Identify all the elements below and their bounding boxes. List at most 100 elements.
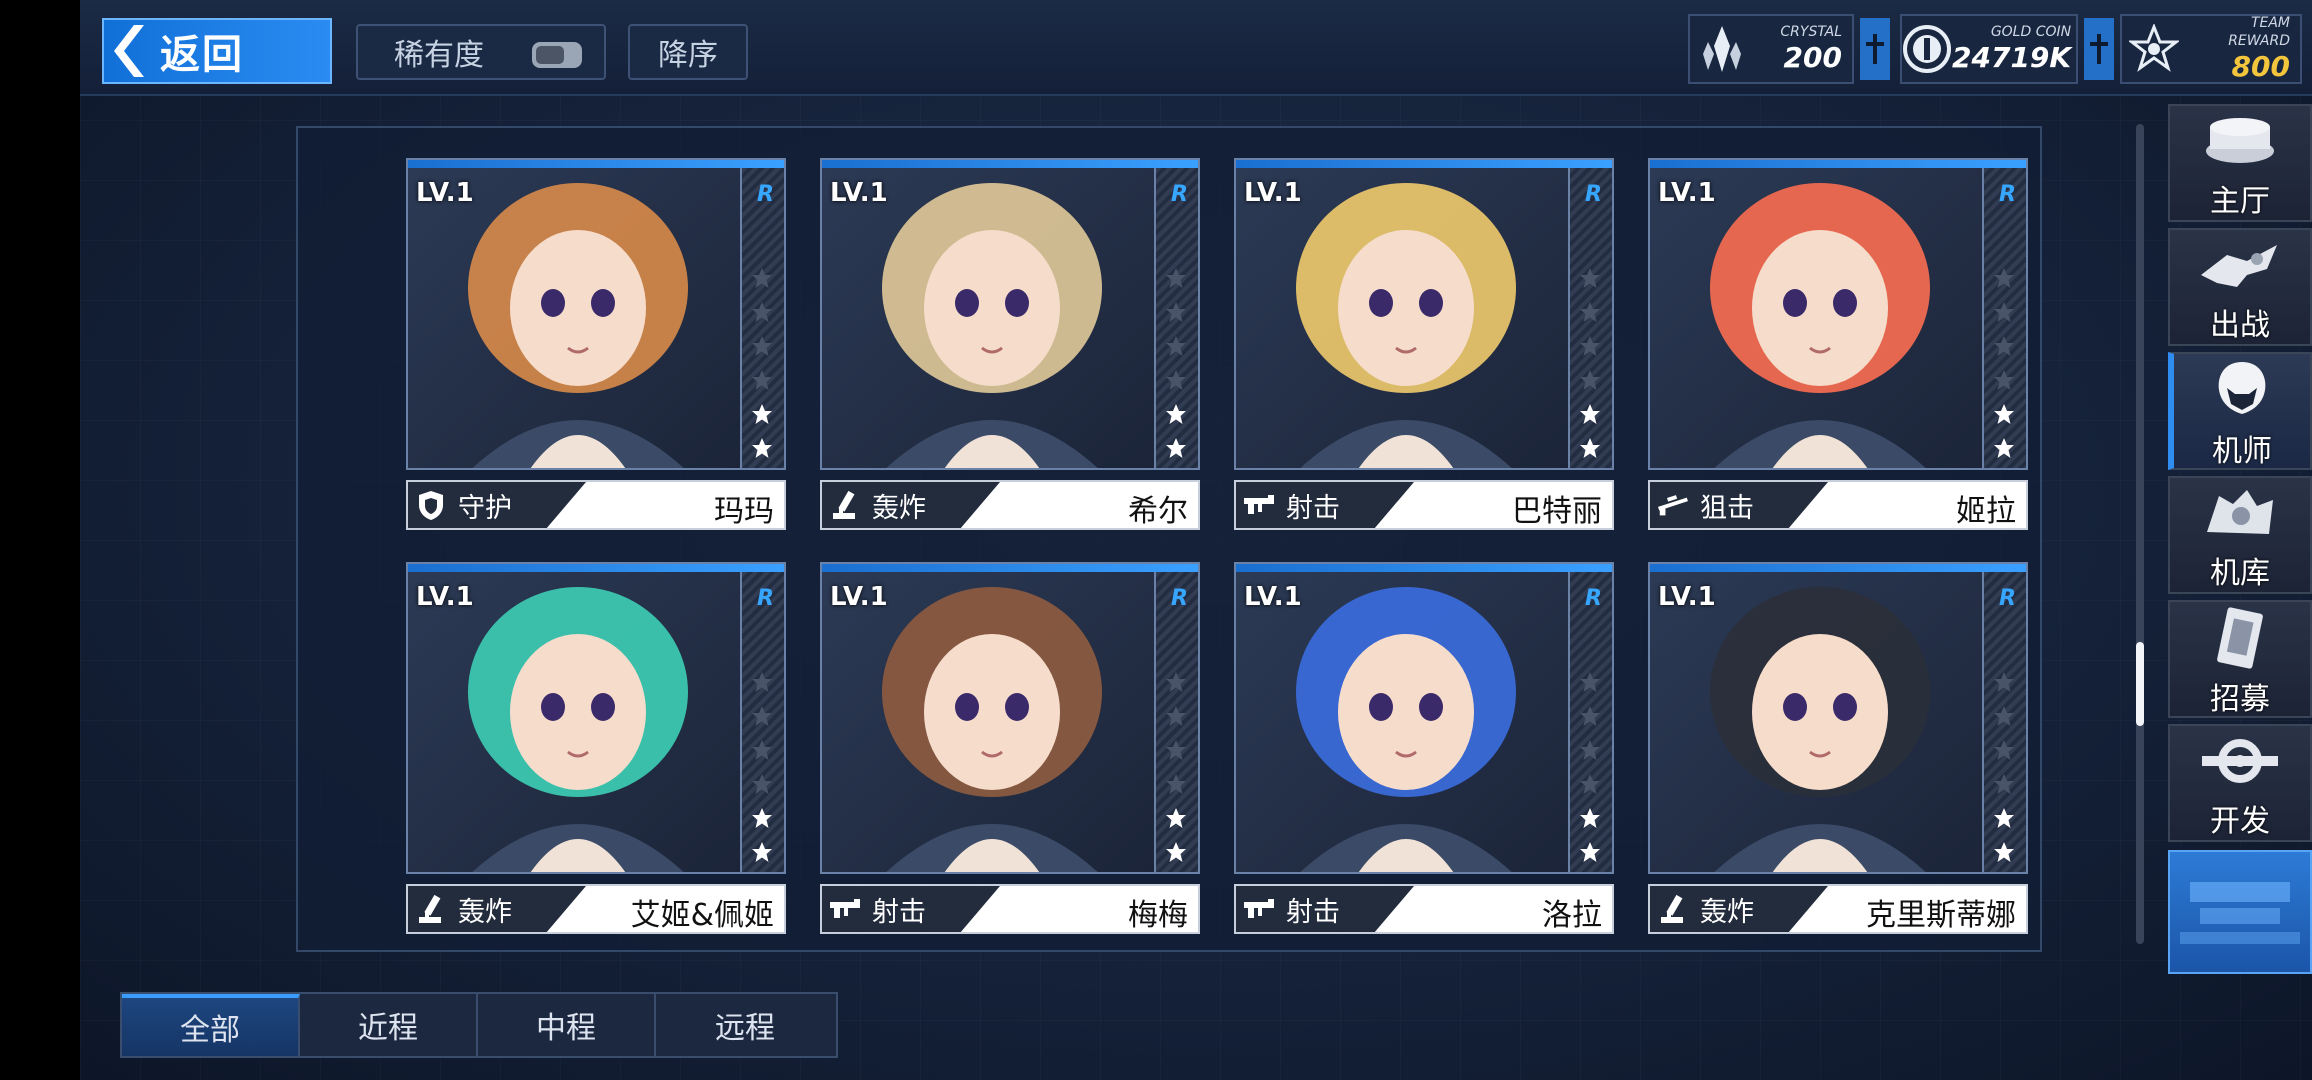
crystal-counter: CRYSTAL 200	[1688, 14, 1854, 84]
role-tag: 射击	[1236, 482, 1414, 528]
star-icon	[750, 772, 774, 796]
nav-label: 主厅	[2210, 184, 2270, 219]
role-label: 射击	[872, 896, 926, 928]
card-top-accent	[1236, 160, 1612, 168]
star-icon	[750, 670, 774, 694]
star-icon	[1164, 334, 1188, 358]
plus-icon	[2090, 34, 2108, 64]
card-top-accent	[1650, 160, 2026, 168]
tab-label: 中程	[536, 1011, 596, 1046]
pilot-name: 希尔	[1128, 494, 1188, 529]
role-label: 射击	[1286, 896, 1340, 928]
rarity-badge: R	[1585, 586, 1602, 611]
mortar-icon	[828, 488, 862, 522]
star-icon	[1578, 840, 1602, 864]
nav-label: 机师	[2212, 434, 2272, 469]
rifle-icon	[1242, 488, 1276, 522]
pilot-card[interactable]: LV.1 R 射击 梅梅	[820, 562, 1200, 942]
star-icon	[750, 300, 774, 324]
pilot-portrait: LV.1 R	[406, 158, 786, 470]
tab-0[interactable]: 全部	[122, 994, 300, 1056]
add-crystal-button[interactable]	[1860, 18, 1890, 80]
nav-item-hangar[interactable]: 机库	[2168, 476, 2312, 594]
scrollbar[interactable]	[2136, 124, 2144, 944]
battle-icon	[2195, 234, 2285, 296]
pilot-name: 巴特丽	[1512, 494, 1602, 529]
pilot-card[interactable]: LV.1 R 轰炸 希尔	[820, 158, 1200, 538]
nav-label: 招募	[2210, 682, 2270, 717]
pilot-level: LV.1	[416, 582, 474, 612]
star-icon	[1578, 334, 1602, 358]
rarity-strip: R	[1568, 572, 1612, 872]
star-icon	[1992, 806, 2016, 830]
team-reward-value: 800	[2231, 50, 2290, 83]
pilot-name: 洛拉	[1542, 898, 1602, 933]
pilot-level: LV.1	[1244, 178, 1302, 208]
rarity-strip: R	[740, 168, 784, 468]
role-tag: 守护	[408, 482, 586, 528]
nav-item-develop[interactable]: 开发	[2168, 724, 2312, 842]
rarity-strip: R	[1154, 168, 1198, 468]
role-label: 轰炸	[1700, 896, 1754, 928]
rarity-badge: R	[757, 586, 774, 611]
role-tag: 轰炸	[822, 482, 1000, 528]
pilot-card[interactable]: LV.1 R 轰炸 艾姬&佩姬	[406, 562, 786, 942]
gold-coin-title: GOLD COIN	[1990, 24, 2072, 40]
shield-icon	[414, 488, 448, 522]
pilot-info-bar: 狙击 姬拉	[1648, 480, 2028, 530]
tab-1[interactable]: 近程	[300, 994, 478, 1056]
star-icon	[1164, 806, 1188, 830]
role-label: 射击	[1286, 492, 1340, 524]
add-gold-button[interactable]	[2084, 18, 2114, 80]
pilot-card[interactable]: LV.1 R 狙击 姬拉	[1648, 158, 2028, 538]
pilot-portrait: LV.1 R	[820, 158, 1200, 470]
star-icon	[1578, 266, 1602, 290]
sort-by-rarity-button[interactable]: 稀有度	[356, 24, 606, 80]
hangar-icon	[2195, 482, 2285, 544]
tab-label: 远程	[715, 1011, 775, 1046]
nav-item-pilot[interactable]: 机师	[2168, 352, 2312, 470]
pilot-info-bar: 射击 洛拉	[1234, 884, 1614, 934]
star-icon	[1578, 806, 1602, 830]
back-button[interactable]: 返回	[102, 18, 332, 84]
sort-order-button[interactable]: 降序	[628, 24, 748, 80]
nav-item-hall[interactable]: 主厅	[2168, 104, 2312, 222]
card-top-accent	[408, 564, 784, 572]
tab-3[interactable]: 远程	[656, 994, 834, 1056]
minimap-button[interactable]	[2168, 850, 2312, 974]
pilot-name: 艾姬&佩姬	[630, 898, 774, 933]
star-icon	[1164, 368, 1188, 392]
right-navigation: 主厅 出战 机师 机库 招募 开发	[2168, 104, 2312, 974]
crystal-value: 200	[1783, 41, 1842, 74]
rarity-strip: R	[1568, 168, 1612, 468]
card-top-accent	[1650, 564, 2026, 572]
card-top-accent	[822, 160, 1198, 168]
pilot-level: LV.1	[1658, 582, 1716, 612]
top-bar: 返回 稀有度 降序 CRYSTAL 200 GOLD COIN 24719K T…	[80, 0, 2312, 96]
star-icon	[1992, 436, 2016, 460]
pilot-art	[822, 168, 1158, 468]
scrollbar-thumb[interactable]	[2136, 642, 2144, 726]
pilot-art	[408, 572, 744, 872]
pilot-info-bar: 射击 梅梅	[820, 884, 1200, 934]
card-top-accent	[408, 160, 784, 168]
star-icon	[750, 436, 774, 460]
role-tag: 轰炸	[408, 886, 586, 932]
nav-item-battle[interactable]: 出战	[2168, 228, 2312, 346]
star-icon	[1164, 670, 1188, 694]
star-icon	[1578, 738, 1602, 762]
crystal-title: CRYSTAL	[1780, 24, 1842, 40]
pilot-card[interactable]: LV.1 R 射击 巴特丽	[1234, 158, 1614, 538]
order-label: 降序	[658, 38, 718, 73]
nav-label: 开发	[2210, 804, 2270, 839]
pilot-card[interactable]: LV.1 R 守护 玛玛	[406, 158, 786, 538]
pilot-card[interactable]: LV.1 R 射击 洛拉	[1234, 562, 1614, 942]
rifle-icon	[1242, 892, 1276, 926]
pilot-card[interactable]: LV.1 R 轰炸 克里斯蒂娜	[1648, 562, 2028, 942]
pilot-level: LV.1	[1658, 178, 1716, 208]
pilot-portrait: LV.1 R	[1234, 562, 1614, 874]
pilot-name: 梅梅	[1128, 898, 1188, 933]
star-icon	[1164, 772, 1188, 796]
tab-2[interactable]: 中程	[478, 994, 656, 1056]
nav-item-recruit[interactable]: 招募	[2168, 600, 2312, 718]
